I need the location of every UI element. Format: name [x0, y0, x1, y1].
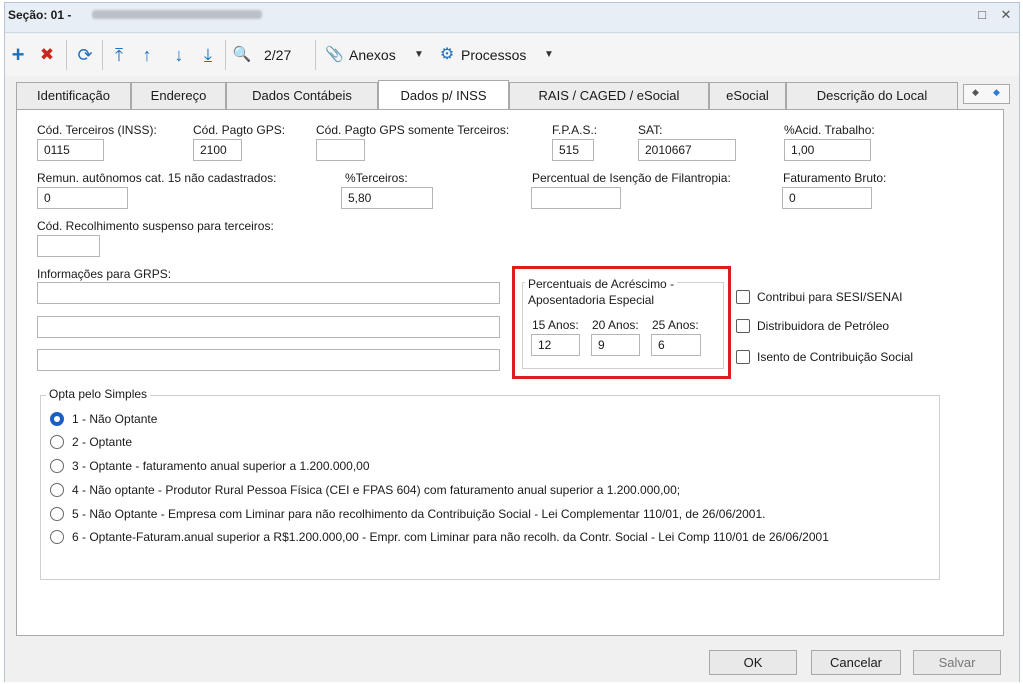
isencao-filantropia-input[interactable]	[531, 187, 621, 209]
distribuidora-petroleo-label: Distribuidora de Petróleo	[757, 319, 890, 333]
cod-terceiros-input[interactable]: 0115	[37, 139, 104, 161]
close-icon[interactable]: ✕	[998, 7, 1014, 23]
sesi-senai-label: Contribui para SESI/SENAI	[757, 290, 903, 304]
first-record-icon[interactable]: ⤒	[111, 46, 127, 64]
info-grps-label: Informações para GRPS:	[37, 267, 172, 281]
refresh-icon[interactable]: ⟳	[76, 46, 94, 64]
remun-autonomos-input[interactable]: 0	[37, 187, 128, 209]
toolbar-separator	[315, 40, 316, 70]
remun-autonomos-label: Remun. autônomos cat. 15 não cadastrados…	[37, 171, 277, 185]
anexos-dropdown-icon[interactable]: ▼	[413, 46, 425, 64]
cod-recolhimento-suspenso-input[interactable]	[37, 235, 100, 257]
cod-pagto-gps-input[interactable]: 2100	[193, 139, 242, 161]
simples-option-6-label: 6 - Optante-Faturam.anual superior a R$1…	[72, 530, 829, 544]
sat-input[interactable]: 2010667	[638, 139, 736, 161]
faturamento-bruto-input[interactable]: 0	[782, 187, 872, 209]
processos-button[interactable]: Processos	[461, 47, 526, 63]
simples-option-2-label: 2 - Optante	[72, 435, 133, 449]
terceiros-input[interactable]: 5,80	[341, 187, 433, 209]
simples-option-5-radio[interactable]	[50, 507, 64, 521]
isencao-filantropia-label: Percentual de Isenção de Filantropia:	[532, 171, 731, 185]
add-icon[interactable]: +	[10, 44, 26, 66]
window-title: Seção: 01 -	[8, 8, 72, 22]
last-record-icon[interactable]: ⤓	[200, 46, 216, 64]
acid-trabalho-label: %Acid. Trabalho:	[784, 123, 875, 137]
distribuidora-petroleo-checkbox[interactable]	[736, 319, 750, 333]
simples-option-3-label: 3 - Optante - faturamento anual superior…	[72, 459, 370, 473]
search-icon[interactable]: 🔍	[232, 46, 252, 64]
info-grps-line-1[interactable]	[37, 282, 500, 304]
toolbar-separator	[66, 40, 67, 70]
toolbar-separator	[102, 40, 103, 70]
tab-scroll-right-icon[interactable]: ◆	[993, 87, 1000, 98]
acid-trabalho-input[interactable]: 1,00	[784, 139, 871, 161]
simples-option-1-label: 1 - Não Optante	[72, 412, 158, 426]
info-grps-line-3[interactable]	[37, 349, 500, 371]
sat-label: SAT:	[638, 123, 663, 137]
cod-pagto-gps-terceiros-input[interactable]	[316, 139, 365, 161]
cod-pagto-gps-terceiros-label: Cód. Pagto GPS somente Terceiros:	[316, 123, 510, 137]
ok-button[interactable]: OK	[709, 650, 797, 675]
fpas-label: F.P.A.S.:	[552, 123, 598, 137]
simples-option-2-radio[interactable]	[50, 435, 64, 449]
tab-endereco[interactable]: Endereço	[131, 82, 226, 109]
cancel-button[interactable]: Cancelar	[811, 650, 901, 675]
tab-esocial[interactable]: eSocial	[709, 82, 786, 109]
processos-dropdown-icon[interactable]: ▼	[543, 46, 555, 64]
isento-contribuicao-label: Isento de Contribuição Social	[757, 350, 914, 364]
gear-icon[interactable]: ⚙	[438, 46, 456, 64]
fpas-input[interactable]: 515	[552, 139, 594, 161]
highlight-box	[512, 266, 731, 379]
redacted-title-text	[92, 10, 262, 19]
record-position: 2/27	[264, 47, 292, 63]
simples-option-6-radio[interactable]	[50, 530, 64, 544]
tab-rais-caged-esocial[interactable]: RAIS / CAGED / eSocial	[509, 82, 709, 109]
simples-option-3-radio[interactable]	[50, 459, 64, 473]
cod-pagto-gps-label: Cód. Pagto GPS:	[193, 123, 286, 137]
simples-option-4-label: 4 - Não optante - Produtor Rural Pessoa …	[72, 483, 681, 497]
maximize-icon[interactable]: □	[974, 7, 990, 23]
simples-option-5-label: 5 - Não Optante - Empresa com Liminar pa…	[72, 507, 766, 521]
simples-option-1-radio[interactable]	[50, 412, 64, 426]
tab-identificacao[interactable]: Identificação	[16, 82, 131, 109]
toolbar-separator	[225, 40, 226, 70]
isento-contribuicao-checkbox[interactable]	[736, 350, 750, 364]
next-record-icon[interactable]: ↓	[171, 46, 187, 64]
faturamento-bruto-label: Faturamento Bruto:	[783, 171, 887, 185]
terceiros-label: %Terceiros:	[345, 171, 408, 185]
tab-dados-contabeis[interactable]: Dados Contábeis	[226, 82, 378, 109]
sesi-senai-checkbox[interactable]	[736, 290, 750, 304]
simples-group-title: Opta pelo Simples	[46, 387, 151, 401]
cod-recolhimento-suspenso-label: Cód. Recolhimento suspenso para terceiro…	[37, 219, 274, 233]
save-button[interactable]: Salvar	[913, 650, 1001, 675]
previous-record-icon[interactable]: ↑	[139, 46, 155, 64]
attach-icon[interactable]: 📎	[325, 46, 344, 64]
simples-option-4-radio[interactable]	[50, 483, 64, 497]
anexos-button[interactable]: Anexos	[349, 47, 396, 63]
cod-terceiros-label: Cód. Terceiros (INSS):	[37, 123, 157, 137]
tab-dados-inss[interactable]: Dados p/ INSS	[378, 80, 509, 110]
delete-icon[interactable]: ✖	[38, 46, 56, 64]
tab-scroll-left-icon[interactable]: ◆	[972, 87, 979, 98]
info-grps-line-2[interactable]	[37, 316, 500, 338]
tab-scroll-buttons	[963, 84, 1010, 104]
tab-descricao-local[interactable]: Descrição do Local	[786, 82, 958, 109]
